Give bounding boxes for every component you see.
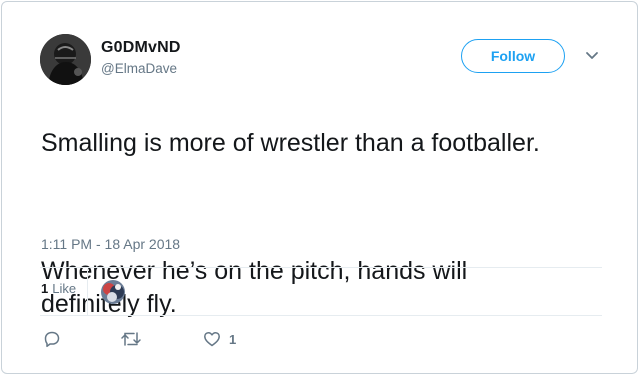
- author-display-name[interactable]: G0DMvND: [101, 39, 181, 57]
- like-action[interactable]: 1: [203, 330, 236, 348]
- likes-summary[interactable]: 1 Like: [41, 281, 76, 296]
- author-handle[interactable]: @ElmaDave: [101, 61, 177, 76]
- liker-avatar-image: [101, 280, 125, 304]
- follow-button[interactable]: Follow: [461, 39, 565, 73]
- likes-count: 1: [41, 281, 49, 296]
- liker-avatar[interactable]: [101, 280, 125, 304]
- avatar-image: [40, 34, 91, 85]
- author-avatar[interactable]: [40, 34, 91, 85]
- tweet-timestamp[interactable]: 1:11 PM - 18 Apr 2018: [41, 236, 180, 252]
- like-count: 1: [229, 331, 237, 347]
- heart-icon: [204, 331, 220, 347]
- divider: [40, 267, 602, 268]
- retweet-action[interactable]: [120, 330, 142, 348]
- retweet-icon: [121, 332, 141, 346]
- reply-icon: [44, 331, 60, 348]
- reply-action[interactable]: [43, 330, 61, 348]
- divider: [87, 269, 88, 315]
- likes-label: Like: [52, 281, 77, 296]
- tweet-paragraph: Smalling is more of wrestler than a foot…: [41, 129, 540, 157]
- chevron-down-icon[interactable]: [584, 50, 600, 62]
- tweet-card: G0DMvND @ElmaDave Follow Smalling is mor…: [1, 1, 638, 374]
- divider: [40, 315, 602, 316]
